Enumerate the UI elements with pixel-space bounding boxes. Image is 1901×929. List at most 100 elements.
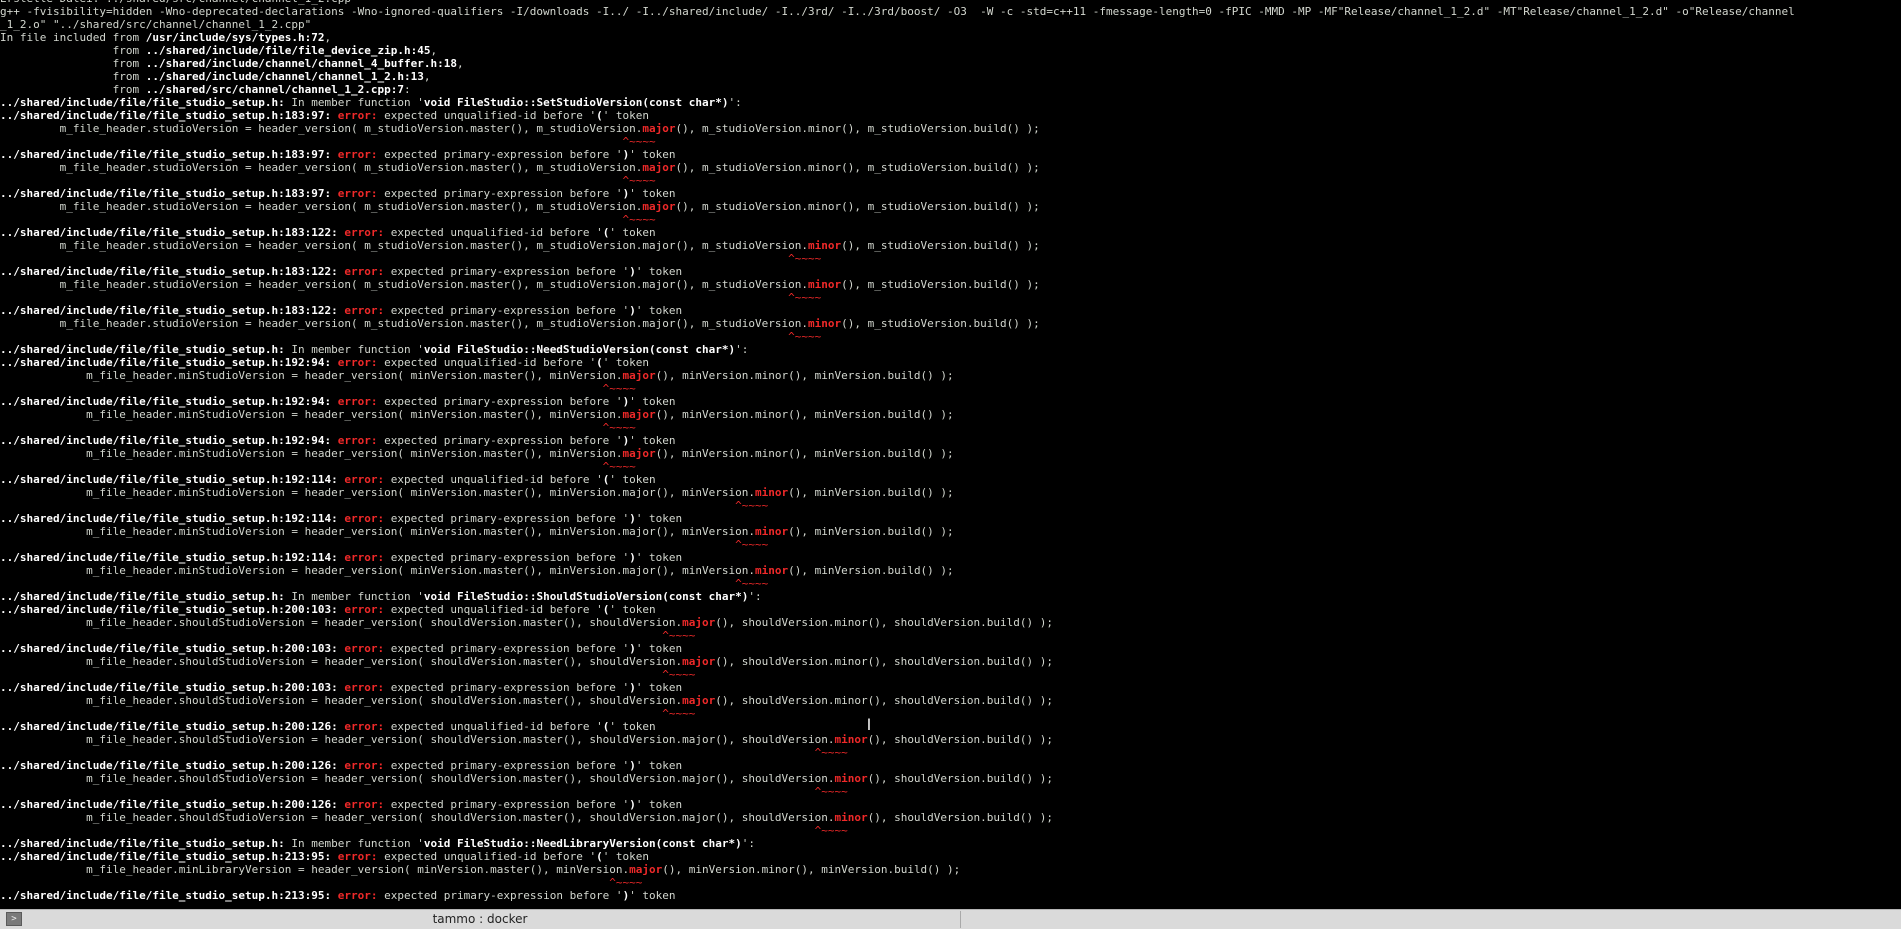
error-text: minor [754, 486, 789, 499]
terminal-line: m_file_header.minStudioVersion = header_… [0, 486, 1901, 499]
terminal-line: ^~~~~ [0, 629, 1901, 642]
terminal-line: ^~~~~ [0, 174, 1901, 187]
terminal-text: ' token [602, 850, 650, 863]
terminal-text: ' token [629, 889, 676, 902]
terminal-text: (), shouldVersion.build() ); [867, 811, 1054, 824]
bold-text: ../shared/include/file/file_studio_setup… [0, 681, 338, 694]
terminal-text: In member function ' [284, 590, 424, 603]
terminal-line: m_file_header.minStudioVersion = header_… [0, 408, 1901, 421]
bold-text: ../shared/include/file/file_studio_setup… [0, 148, 332, 161]
bold-text: void FileStudio::ShouldStudioVersion(con… [423, 590, 749, 603]
terminal-text: expected primary-expression before ' [377, 187, 623, 200]
terminal-line: g++ -fvisibility=hidden -Wno-deprecated-… [0, 5, 1901, 18]
error-text: minor [807, 239, 842, 252]
terminal-text: g++ -fvisibility=hidden -Wno-deprecated-… [0, 5, 1795, 18]
bold-text: ../shared/include/file/file_studio_setup… [0, 642, 338, 655]
bold-text: ) [629, 759, 636, 772]
text-cursor-icon: I [866, 715, 872, 734]
terminal-text: , [324, 31, 332, 44]
terminal-line: ^~~~~ [0, 421, 1901, 434]
terminal-text: , [456, 57, 464, 70]
error-text: error: [344, 226, 385, 239]
terminal-line: _1_2.o" "../shared/src/channel/channel_1… [0, 18, 1901, 31]
error-text: error: [337, 889, 378, 902]
error-text: minor [754, 525, 789, 538]
terminal-text: ' token [635, 304, 683, 317]
bold-text: ../shared/include/file/file_studio_setup… [0, 226, 338, 239]
terminal-line: m_file_header.studioVersion = header_ver… [0, 122, 1901, 135]
bold-text: ) [629, 681, 636, 694]
bold-text: ) [629, 512, 636, 525]
error-text: major [622, 408, 656, 421]
terminal-text: (), shouldVersion.build() ); [867, 733, 1054, 746]
terminal-text: (), minVersion.minor(), minVersion.build… [662, 863, 961, 876]
error-marker: ^~~~~ [0, 460, 636, 473]
terminal-text: (), m_studioVersion.build() ); [841, 239, 1040, 252]
terminal-text: (), m_studioVersion.minor(), m_studioVer… [675, 200, 1040, 213]
terminal-line: ^~~~~ [0, 460, 1901, 473]
terminal-text: ': [741, 837, 755, 850]
terminal-line: ^~~~~ [0, 291, 1901, 304]
terminal-text: expected unqualified-id before ' [377, 356, 597, 369]
terminal-text: expected primary-expression before ' [377, 889, 623, 902]
terminal-line: ^~~~~ [0, 824, 1901, 837]
terminal-line: ../shared/include/file/file_studio_setup… [0, 473, 1901, 486]
bold-text: ../shared/include/file/file_studio_setup… [0, 512, 338, 525]
bold-text: ../shared/include/file/file_studio_setup… [0, 265, 338, 278]
terminal-line: ^~~~~ [0, 499, 1901, 512]
terminal-line: m_file_header.shouldStudioVersion = head… [0, 733, 1901, 746]
bold-text: ) [629, 265, 636, 278]
error-marker: ^~~~~ [0, 876, 643, 889]
terminal-line: ^~~~~ [0, 876, 1901, 889]
error-marker: ^~~~~ [0, 629, 696, 642]
bold-text: ../shared/include/file/file_studio_setup… [0, 356, 332, 369]
terminal-text: (), shouldVersion.build() ); [867, 772, 1054, 785]
terminal-text: ' token [609, 720, 656, 733]
terminal-text: m_file_header.shouldStudioVersion = head… [0, 616, 683, 629]
terminal-tab-title[interactable]: tammo : docker [0, 910, 960, 929]
terminal-text: expected primary-expression before ' [377, 148, 623, 161]
terminal-text: (), minVersion.build() ); [788, 525, 954, 538]
terminal-text: expected unqualified-id before ' [384, 473, 603, 486]
error-text: minor [807, 317, 842, 330]
error-marker: ^~~~~ [0, 499, 769, 512]
terminal-text: In member function ' [284, 837, 424, 850]
terminal-output[interactable]: Erstelle Datei: ../shared/src/channel/ch… [0, 0, 1901, 909]
terminal-line: ../shared/include/file/file_studio_setup… [0, 96, 1901, 109]
terminal-line: ^~~~~ [0, 577, 1901, 590]
error-text: major [642, 161, 676, 174]
terminal-line: m_file_header.minStudioVersion = header_… [0, 447, 1901, 460]
bold-text: ../shared/include/file/file_studio_setup… [0, 759, 338, 772]
terminal-line: ^~~~~ [0, 746, 1901, 759]
terminal-text: (), shouldVersion.minor(), shouldVersion… [715, 694, 1054, 707]
terminal-text: ' token [629, 395, 676, 408]
terminal-text: ' token [609, 473, 656, 486]
error-text: major [642, 200, 676, 213]
terminal-text: (), minVersion.minor(), minVersion.build… [655, 369, 954, 382]
bold-text: ) [629, 551, 636, 564]
terminal-line: ../shared/include/file/file_studio_setup… [0, 434, 1901, 447]
terminal-text: expected primary-expression before ' [384, 265, 630, 278]
terminal-text: _1_2.o" "../shared/src/channel/channel_1… [0, 18, 312, 31]
error-text: error: [337, 850, 378, 863]
terminal-line: m_file_header.minLibraryVersion = header… [0, 863, 1901, 876]
bold-text: void FileStudio::SetStudioVersion(const … [423, 96, 729, 109]
error-marker: ^~~~~ [0, 707, 696, 720]
terminal-line: ../shared/include/file/file_studio_setup… [0, 551, 1901, 564]
terminal-text: m_file_header.shouldStudioVersion = head… [0, 733, 835, 746]
error-marker: ^~~~~ [0, 135, 656, 148]
terminal-text: from [0, 57, 146, 70]
terminal-line: ../shared/include/file/file_studio_setup… [0, 642, 1901, 655]
terminal-text: m_file_header.studioVersion = header_ver… [0, 239, 808, 252]
terminal-line: m_file_header.studioVersion = header_ver… [0, 278, 1901, 291]
terminal-text: expected primary-expression before ' [384, 642, 630, 655]
terminal-line: ../shared/include/file/file_studio_setup… [0, 603, 1901, 616]
error-text: minor [834, 733, 868, 746]
terminal-line: m_file_header.studioVersion = header_ver… [0, 161, 1901, 174]
error-marker: ^~~~~ [0, 252, 822, 265]
terminal-text: expected primary-expression before ' [384, 681, 630, 694]
